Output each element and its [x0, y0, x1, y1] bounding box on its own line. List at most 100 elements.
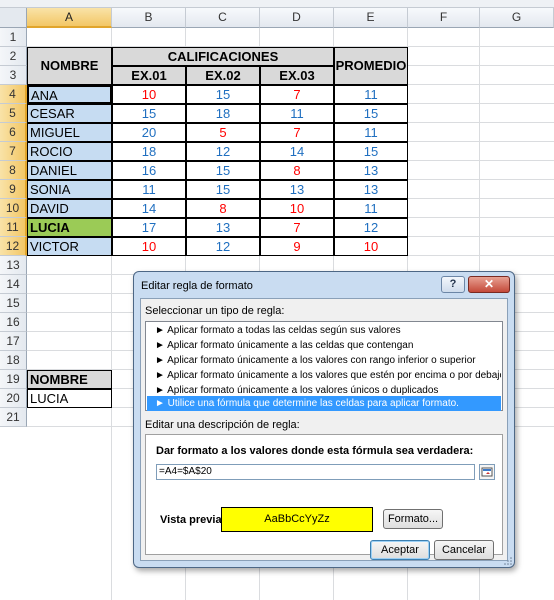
ok-button[interactable]: Aceptar: [370, 540, 430, 560]
score-cell[interactable]: 11: [260, 104, 334, 123]
grades-group-header[interactable]: CALIFICACIONES: [112, 47, 334, 66]
score-cell[interactable]: 10: [260, 199, 334, 218]
score-cell[interactable]: 15: [186, 180, 260, 199]
score-cell[interactable]: 8: [186, 199, 260, 218]
score-cell[interactable]: 5: [186, 123, 260, 142]
average-cell[interactable]: 11: [334, 199, 408, 218]
column-header-f[interactable]: F: [408, 8, 480, 28]
score-cell[interactable]: 16: [112, 161, 186, 180]
cancel-button[interactable]: Cancelar: [434, 540, 494, 560]
row-header-17[interactable]: 17: [0, 332, 27, 351]
column-header-g[interactable]: G: [480, 8, 554, 28]
rule-item[interactable]: ► Aplicar formato únicamente a los valor…: [147, 353, 501, 368]
column-header-a[interactable]: A: [27, 8, 112, 28]
row-header-12[interactable]: 12: [0, 237, 27, 256]
score-cell[interactable]: 14: [260, 142, 334, 161]
rule-item-selected[interactable]: ► Utilice una fórmula que determine las …: [147, 396, 501, 411]
row-header-14[interactable]: 14: [0, 275, 27, 294]
lookup-header[interactable]: NOMBRE: [27, 370, 112, 389]
student-name-cell[interactable]: ANA: [27, 85, 112, 104]
exam-header[interactable]: EX.01: [112, 66, 186, 85]
row-header-5[interactable]: 5: [0, 104, 27, 123]
formula-input[interactable]: =A4=$A$20: [156, 464, 475, 480]
average-cell[interactable]: 10: [334, 237, 408, 256]
select-all-corner[interactable]: [0, 8, 27, 28]
average-cell[interactable]: 11: [334, 123, 408, 142]
student-name-cell[interactable]: MIGUEL: [27, 123, 112, 142]
score-cell[interactable]: 17: [112, 218, 186, 237]
name-header[interactable]: NOMBRE: [27, 47, 112, 85]
average-header[interactable]: PROMEDIO: [334, 47, 408, 85]
student-name-cell[interactable]: DAVID: [27, 199, 112, 218]
average-cell[interactable]: 11: [334, 85, 408, 104]
row-header-1[interactable]: 1: [0, 28, 27, 47]
rule-item[interactable]: ► Aplicar formato únicamente a los valor…: [147, 368, 501, 383]
score-cell[interactable]: 8: [260, 161, 334, 180]
row-header-15[interactable]: 15: [0, 294, 27, 313]
score-cell[interactable]: 9: [260, 237, 334, 256]
score-cell[interactable]: 13: [260, 180, 334, 199]
score-cell[interactable]: 13: [186, 218, 260, 237]
average-cell[interactable]: 15: [334, 142, 408, 161]
row-header-8[interactable]: 8: [0, 161, 27, 180]
student-name-cell[interactable]: ROCIO: [27, 142, 112, 161]
row-header-10[interactable]: 10: [0, 199, 27, 218]
help-button[interactable]: ?: [441, 276, 465, 293]
row-header-19[interactable]: 19: [0, 370, 27, 389]
score-cell[interactable]: 15: [186, 85, 260, 104]
lookup-value-cell[interactable]: LUCIA: [27, 389, 112, 408]
row-header-13[interactable]: 13: [0, 256, 27, 275]
dialog-body: Seleccionar un tipo de regla: ► Aplicar …: [140, 298, 508, 561]
exam-header[interactable]: EX.03: [260, 66, 334, 85]
score-cell[interactable]: 12: [186, 142, 260, 161]
resize-grip-icon[interactable]: [504, 557, 512, 565]
average-cell[interactable]: 15: [334, 104, 408, 123]
row-header-4[interactable]: 4: [0, 85, 27, 104]
column-header-c[interactable]: C: [186, 8, 260, 28]
score-cell[interactable]: 7: [260, 218, 334, 237]
format-button[interactable]: Formato...: [383, 509, 443, 529]
score-cell[interactable]: 7: [260, 123, 334, 142]
score-cell[interactable]: 10: [112, 85, 186, 104]
row-header-9[interactable]: 9: [0, 180, 27, 199]
row-header-2[interactable]: 2: [0, 47, 27, 66]
row-header-16[interactable]: 16: [0, 313, 27, 332]
student-name-cell[interactable]: SONIA: [27, 180, 112, 199]
rule-type-list[interactable]: ► Aplicar formato a todas las celdas seg…: [145, 321, 503, 411]
average-cell[interactable]: 13: [334, 180, 408, 199]
row-header-3[interactable]: 3: [0, 66, 27, 85]
score-cell[interactable]: 15: [112, 104, 186, 123]
exam-header[interactable]: EX.02: [186, 66, 260, 85]
score-cell[interactable]: 20: [112, 123, 186, 142]
score-cell[interactable]: 15: [186, 161, 260, 180]
collapse-dialog-icon[interactable]: [479, 464, 495, 480]
row-header-6[interactable]: 6: [0, 123, 27, 142]
average-cell[interactable]: 12: [334, 218, 408, 237]
student-name-cell[interactable]: VICTOR: [27, 237, 112, 256]
column-header-b[interactable]: B: [112, 8, 186, 28]
format-preview: AaBbCcYyZz: [221, 507, 373, 532]
student-name-cell[interactable]: DANIEL: [27, 161, 112, 180]
row-header-21[interactable]: 21: [0, 408, 27, 427]
rule-item[interactable]: ► Aplicar formato únicamente a las celda…: [147, 338, 501, 353]
close-button[interactable]: ✕: [468, 276, 510, 293]
column-header-e[interactable]: E: [334, 8, 408, 28]
rule-description-panel: Dar formato a los valores donde esta fór…: [145, 434, 503, 555]
select-rule-type-label: Seleccionar un tipo de regla:: [145, 305, 285, 317]
score-cell[interactable]: 12: [186, 237, 260, 256]
score-cell[interactable]: 18: [186, 104, 260, 123]
student-name-cell[interactable]: LUCIA: [27, 218, 112, 237]
student-name-cell[interactable]: CESAR: [27, 104, 112, 123]
row-header-18[interactable]: 18: [0, 351, 27, 370]
rule-item[interactable]: ► Aplicar formato a todas las celdas seg…: [147, 323, 501, 338]
average-cell[interactable]: 13: [334, 161, 408, 180]
score-cell[interactable]: 14: [112, 199, 186, 218]
row-header-7[interactable]: 7: [0, 142, 27, 161]
score-cell[interactable]: 10: [112, 237, 186, 256]
column-header-d[interactable]: D: [260, 8, 334, 28]
row-header-20[interactable]: 20: [0, 389, 27, 408]
row-header-11[interactable]: 11: [0, 218, 27, 237]
score-cell[interactable]: 11: [112, 180, 186, 199]
score-cell[interactable]: 18: [112, 142, 186, 161]
score-cell[interactable]: 7: [260, 85, 334, 104]
